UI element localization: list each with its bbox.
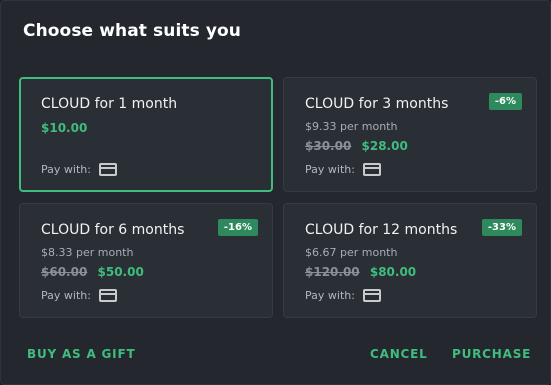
plan-per-month: $9.33 per month	[305, 120, 398, 133]
plan-price: $50.00	[97, 265, 144, 279]
plan-name: CLOUD for 6 months	[41, 222, 185, 238]
plan-card-12-months[interactable]: CLOUD for 12 months -33% $6.67 per month…	[283, 203, 537, 318]
plan-name: CLOUD for 3 months	[305, 96, 449, 112]
plan-name: CLOUD for 12 months	[305, 222, 458, 238]
discount-badge: -6%	[488, 93, 522, 110]
cancel-button[interactable]: CANCEL	[370, 347, 428, 361]
plan-price: $10.00	[41, 121, 88, 135]
plan-prices: $120.00 $80.00	[305, 265, 416, 279]
buy-as-gift-button[interactable]: BUY AS A GIFT	[27, 347, 135, 361]
pay-with-label: Pay with:	[305, 289, 355, 302]
plan-card-6-months[interactable]: CLOUD for 6 months -16% $8.33 per month …	[19, 203, 273, 318]
credit-card-icon	[98, 163, 117, 176]
plan-card-3-months[interactable]: CLOUD for 3 months -6% $9.33 per month $…	[283, 77, 537, 192]
dialog-title: Choose what suits you	[23, 21, 242, 41]
pay-with-row: Pay with:	[305, 289, 381, 302]
plan-card-1-month[interactable]: CLOUD for 1 month $10.00 Pay with:	[19, 77, 273, 192]
plan-name: CLOUD for 1 month	[41, 96, 178, 112]
plan-price: $80.00	[369, 265, 417, 279]
credit-card-icon	[362, 163, 381, 176]
plan-old-price: $60.00	[41, 265, 88, 279]
pay-with-row: Pay with:	[41, 289, 117, 302]
pay-with-label: Pay with:	[41, 289, 91, 302]
discount-badge: -16%	[217, 219, 258, 236]
purchase-button[interactable]: PURCHASE	[452, 347, 531, 361]
plan-old-price: $120.00	[305, 265, 360, 279]
plan-per-month: $8.33 per month	[41, 246, 134, 259]
plan-prices: $60.00 $50.00	[41, 265, 144, 279]
pay-with-row: Pay with:	[305, 163, 381, 176]
plan-old-price: $30.00	[305, 139, 352, 153]
plan-per-month: $6.67 per month	[305, 246, 398, 259]
plan-prices: $30.00 $28.00	[305, 139, 408, 153]
purchase-dialog: Choose what suits you CLOUD for 1 month …	[0, 0, 551, 385]
discount-badge: -33%	[481, 219, 522, 236]
plan-price: $28.00	[361, 139, 408, 153]
pay-with-row: Pay with:	[41, 163, 117, 176]
pay-with-label: Pay with:	[305, 163, 355, 176]
credit-card-icon	[362, 289, 381, 302]
pay-with-label: Pay with:	[41, 163, 91, 176]
credit-card-icon	[98, 289, 117, 302]
plan-prices: $10.00	[41, 121, 87, 135]
